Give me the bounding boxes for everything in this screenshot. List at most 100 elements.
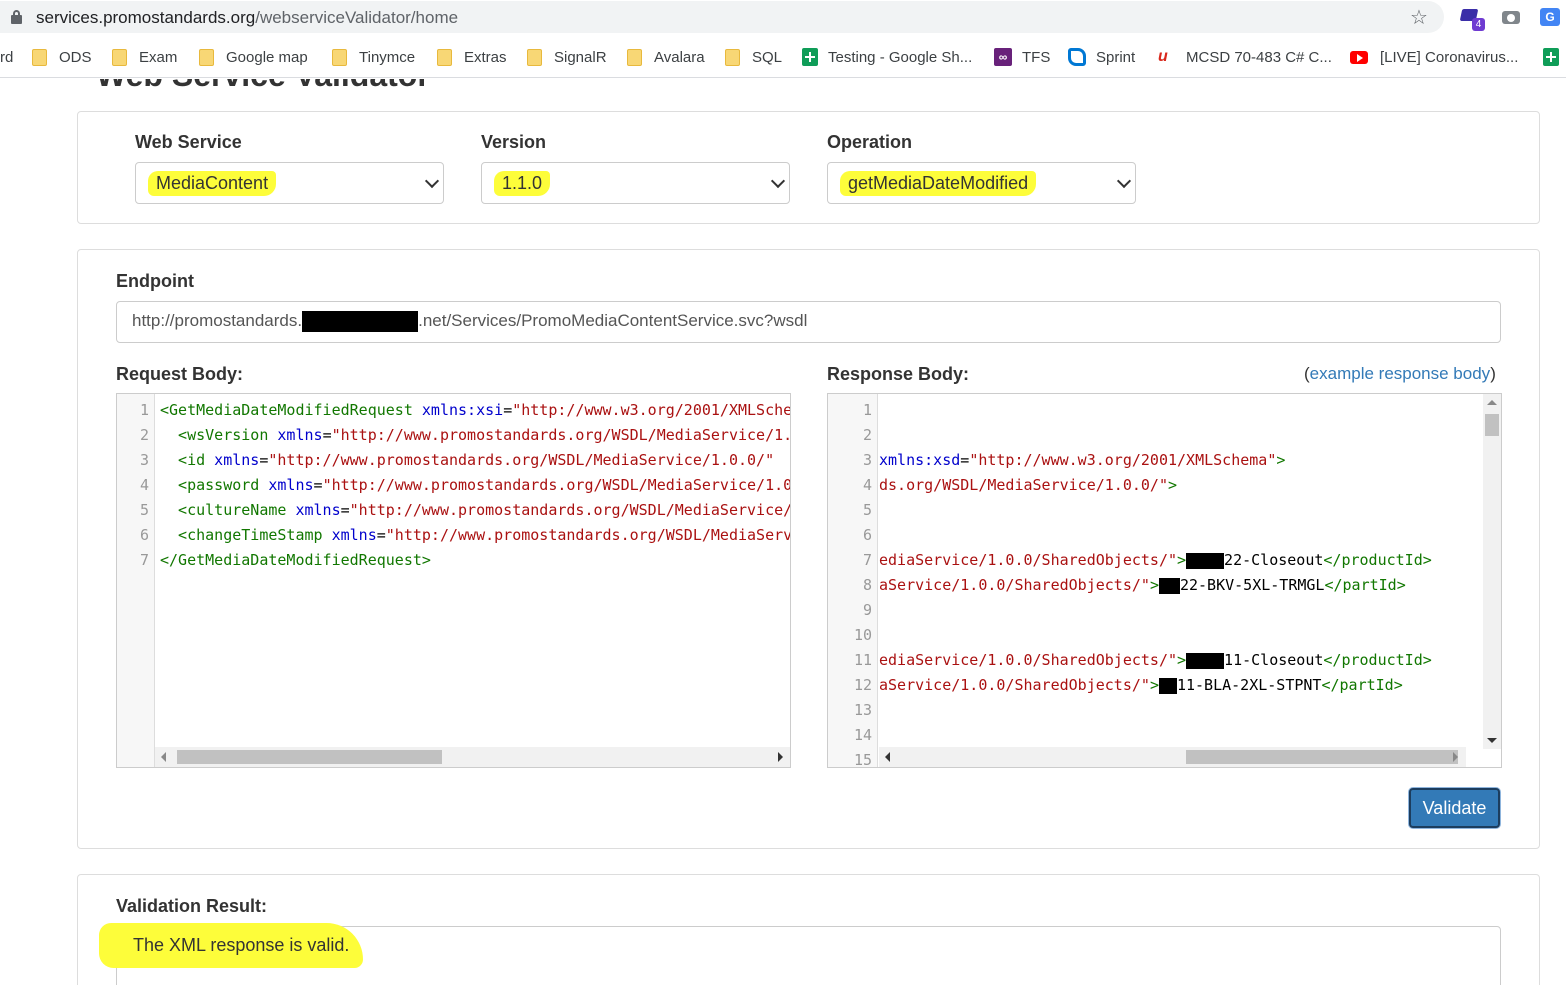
folder-icon	[437, 48, 452, 66]
scrollbar-thumb[interactable]	[1186, 750, 1458, 764]
validation-result-label: Validation Result:	[116, 896, 268, 916]
line-number: 3	[139, 451, 149, 469]
bookmark-item[interactable]: Google map	[199, 46, 308, 68]
folder-icon	[627, 48, 642, 66]
page-title: Web Service Validator	[96, 79, 430, 94]
bookmark-item[interactable]: Sprint	[1068, 46, 1135, 68]
url-field[interactable]: services.promostandards.org/webserviceVa…	[0, 1, 1444, 33]
operation-value: getMediaDateModified	[840, 171, 1037, 196]
request-body-editor[interactable]: 1 2 3 4 5 6 7 <GetMediaDateModifiedReque…	[116, 393, 791, 768]
horizontal-scrollbar[interactable]	[155, 747, 790, 767]
extension-google-translate-icon[interactable]: G	[1540, 6, 1562, 28]
endpoint-input[interactable]: http://promostandards. .net/Services/Prom…	[116, 301, 1501, 343]
scroll-right-arrow-icon[interactable]	[778, 752, 783, 762]
line-number: 1	[862, 401, 872, 419]
request-response-panel: Endpoint http://promostandards. .net/Serv…	[77, 249, 1540, 849]
bookmark-item[interactable]: ∞ TFS	[994, 46, 1050, 68]
folder-icon	[725, 48, 740, 66]
url-text: services.promostandards.org/webserviceVa…	[36, 8, 459, 27]
code-line: <cultureName xmlns="http://www.promostan…	[160, 501, 791, 519]
page-content: Web Service Validator Web Service MediaC…	[0, 79, 1566, 985]
bookmark-item[interactable]: Avalara	[627, 46, 705, 68]
line-number: 13	[853, 701, 872, 719]
line-number: 5	[862, 501, 872, 519]
code-line: <GetMediaDateModifiedRequest xmlns:xsi="…	[160, 401, 790, 419]
bookmark-item[interactable]: Testing - Google Sh...	[802, 46, 972, 68]
extension-camera-icon[interactable]	[1501, 6, 1523, 28]
validate-button[interactable]: Validate	[1409, 788, 1500, 828]
scroll-right-arrow-icon[interactable]	[1453, 752, 1458, 762]
line-number: 12	[853, 676, 872, 694]
redacted-block	[1158, 677, 1177, 694]
line-number: 2	[862, 426, 872, 444]
bookmark-item[interactable]: SQL	[725, 46, 782, 68]
version-value: 1.1.0	[494, 171, 551, 196]
code-line: <password xmlns="http://www.promostandar…	[160, 476, 791, 494]
scroll-left-arrow-icon[interactable]	[161, 752, 166, 762]
code-line: <wsVersion xmlns="http://www.promostanda…	[160, 426, 791, 444]
endpoint-value: http://promostandards. .net/Services/Prom…	[132, 311, 807, 333]
line-number: 5	[139, 501, 149, 519]
folder-icon	[199, 48, 214, 66]
bookmark-item[interactable]	[1543, 46, 1566, 68]
scroll-up-arrow-icon[interactable]	[1487, 400, 1497, 405]
line-number: 7	[862, 551, 872, 569]
bookmark-star-icon[interactable]: ☆	[1410, 5, 1428, 30]
redacted-block	[1186, 652, 1225, 669]
redacted-block	[302, 311, 419, 333]
line-number: 9	[862, 601, 872, 619]
scrollbar-thumb[interactable]	[177, 750, 442, 764]
bookmark-item[interactable]: Extras	[437, 46, 507, 68]
service-selection-panel: Web Service MediaContent Version 1.1.0 O…	[77, 111, 1540, 224]
request-body-label: Request Body:	[116, 364, 244, 384]
bookmark-item[interactable]: ODS	[32, 46, 92, 68]
extension-graduation-cap-icon[interactable]: 4	[1459, 6, 1485, 31]
code-line: aService/1.0.0/SharedObjects/"> 22-BKV-5X…	[879, 576, 1406, 594]
code-line: ediaService/1.0.0/SharedObjects/"> 22-Clo…	[879, 551, 1432, 569]
azure-devops-icon	[1068, 48, 1086, 66]
browser-address-bar: services.promostandards.org/webserviceVa…	[0, 0, 1566, 36]
response-body-editor[interactable]: 1 2 3 4 5 6 7 8 9 10 11 12 13 14 15 xmln…	[827, 393, 1502, 768]
folder-icon	[112, 48, 127, 66]
response-body-label: Response Body:	[827, 364, 970, 384]
code-line: </GetMediaDateModifiedRequest>	[160, 551, 431, 569]
visual-studio-icon: ∞	[994, 48, 1012, 66]
bookmark-item[interactable]: u MCSD 70-483 C# C...	[1158, 46, 1332, 68]
line-number: 4	[862, 476, 872, 494]
vertical-scrollbar[interactable]	[1483, 394, 1501, 749]
line-number: 11	[853, 651, 872, 669]
chevron-down-icon	[770, 173, 786, 189]
redacted-block	[1158, 577, 1180, 594]
scroll-down-arrow-icon[interactable]	[1487, 738, 1497, 743]
sheets-icon	[1543, 48, 1559, 66]
udemy-icon: u	[1158, 48, 1168, 65]
version-select[interactable]: 1.1.0	[481, 162, 790, 204]
bookmark-item[interactable]: rd	[0, 46, 13, 68]
lock-icon[interactable]	[11, 10, 22, 24]
bookmark-item[interactable]: Exam	[112, 46, 177, 68]
code-line: <id xmlns="http://www.promostandards.org…	[160, 451, 775, 469]
bookmark-item[interactable]: Tinymce	[332, 46, 415, 68]
web-service-select[interactable]: MediaContent	[135, 162, 444, 204]
scrollbar-thumb[interactable]	[1485, 414, 1499, 436]
folder-icon	[32, 48, 47, 66]
code-line: aService/1.0.0/SharedObjects/"> 11-BLA-2X…	[879, 676, 1403, 694]
operation-select[interactable]: getMediaDateModified	[827, 162, 1136, 204]
line-number-gutter: 1 2 3 4 5 6 7	[117, 394, 155, 767]
operation-label: Operation	[827, 132, 913, 152]
scroll-left-arrow-icon[interactable]	[885, 752, 890, 762]
line-number: 8	[862, 576, 872, 594]
sheets-icon	[802, 48, 818, 66]
line-number: 10	[853, 626, 872, 644]
validation-result-box: The XML response is valid.	[99, 923, 1501, 985]
bookmark-item[interactable]: SignalR	[527, 46, 607, 68]
bookmark-item[interactable]: [LIVE] Coronavirus...	[1350, 46, 1518, 68]
horizontal-scrollbar[interactable]	[879, 747, 1466, 767]
validation-message: The XML response is valid.	[99, 923, 364, 968]
web-service-value: MediaContent	[148, 171, 277, 196]
example-response-link[interactable]: (example response body)	[1304, 364, 1496, 384]
bookmarks-bar: rd ODS Exam Google map Tinymce Extras Si…	[0, 36, 1566, 78]
version-label: Version	[481, 132, 547, 152]
web-service-label: Web Service	[135, 132, 242, 152]
line-number: 4	[139, 476, 149, 494]
